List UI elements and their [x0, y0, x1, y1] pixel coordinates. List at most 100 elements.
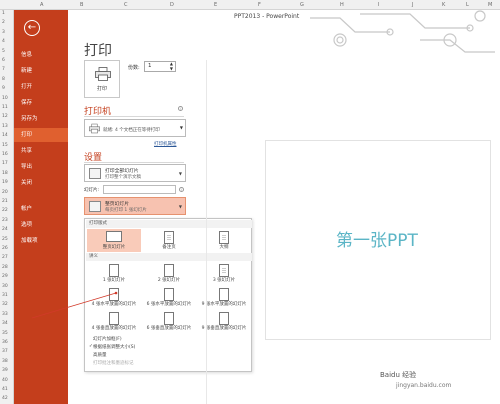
circuit-decoration — [310, 10, 495, 53]
handout-option-label: 1 张幻灯片 — [102, 278, 126, 283]
scale-to-fit-option[interactable]: 根据纸张调整大小(S) — [93, 344, 135, 350]
print-range-select[interactable]: 打印全部幻灯片 打印整个演示文稿 ▼ — [84, 164, 186, 182]
watermark-url: jingyan.baidu.com — [396, 382, 452, 389]
nav-item-open[interactable]: 打开 — [14, 80, 68, 94]
row-label: 25 — [2, 236, 8, 242]
print-layout-line1: 整页幻灯片 — [105, 202, 129, 207]
layout-option-notes[interactable]: 备注页 — [142, 229, 196, 252]
full-slide-icon — [106, 231, 122, 242]
nav-item-share[interactable]: 共享 — [14, 144, 68, 158]
row-label: 8 — [2, 76, 5, 82]
handout-option[interactable]: 1 张幻灯片 — [87, 262, 141, 285]
row-label: 21 — [2, 199, 8, 204]
printer-select[interactable]: 就绪: 4 个文档正在等待打印 ▼ — [84, 119, 186, 137]
handout-option[interactable]: 6 张垂直放置的幻灯片 — [142, 310, 196, 333]
column-label: C — [124, 2, 128, 8]
copies-value: 1 — [148, 63, 152, 69]
row-label: 23 — [2, 217, 8, 223]
layout-option-full-page[interactable]: 整页幻灯片 — [87, 229, 141, 252]
row-label: 39 — [2, 368, 8, 374]
print-layout-select[interactable]: 整页幻灯片 每页打印 1 张幻灯片 ▼ — [84, 197, 186, 215]
handout-option[interactable]: 2 张幻灯片 — [142, 262, 196, 285]
column-label: D — [170, 2, 174, 8]
row-label: 28 — [2, 264, 8, 270]
chevron-down-icon: ▼ — [178, 171, 182, 176]
high-quality-option[interactable]: 高质量 — [93, 352, 107, 358]
print-button-label: 打印 — [96, 86, 107, 92]
dropdown-section-header: 打印版式 — [86, 220, 252, 228]
row-label: 24 — [2, 227, 8, 233]
printer-properties-link[interactable]: 打印机属性 — [154, 141, 177, 147]
divider — [84, 162, 184, 163]
info-icon[interactable]: i — [178, 106, 183, 111]
watermark: Baidu 经验 — [380, 371, 417, 379]
row-label: 33 — [2, 311, 8, 317]
nav-item-info[interactable]: 信息 — [14, 48, 68, 62]
nav-item-new[interactable]: 新建 — [14, 64, 68, 78]
handout-3-icon — [219, 264, 229, 277]
column-header-bar: A B C D E F G H I J K L M — [0, 0, 500, 10]
printer-device-icon — [89, 123, 100, 134]
backstage-sidebar: ← 信息 新建 打开 保存 另存为 打印 共享 导出 关闭 帐户 选项 加载项 — [14, 10, 68, 404]
row-label: 16 — [2, 152, 8, 157]
print-layout-line2: 每页打印 1 张幻灯片 — [105, 208, 147, 213]
slides-stack-icon — [89, 168, 101, 179]
row-label: 17 — [2, 161, 8, 167]
printer-status: 就绪: 4 个文档正在等待打印 — [103, 128, 160, 133]
dropdown-section-header: 讲义 — [86, 253, 252, 261]
row-label: 9 — [2, 86, 5, 92]
print-button[interactable]: 打印 — [84, 60, 120, 98]
chevron-down-icon: ▼ — [178, 204, 182, 209]
row-label: 38 — [2, 358, 8, 364]
row-label: 4 — [2, 39, 5, 45]
row-label: 12 — [2, 114, 8, 120]
layout-option-label: 整页幻灯片 — [102, 245, 126, 250]
column-label: H — [340, 2, 344, 8]
slide-preview: 第一张PPT — [265, 140, 491, 340]
row-label: 29 — [2, 274, 8, 280]
row-label: 37 — [2, 349, 8, 355]
nav-item-options[interactable]: 选项 — [14, 218, 68, 232]
slides-label: 幻灯片: — [84, 188, 100, 193]
slides-input[interactable] — [103, 185, 176, 194]
nav-item-export[interactable]: 导出 — [14, 160, 68, 174]
nav-item-close[interactable]: 关闭 — [14, 176, 68, 190]
nav-item-account[interactable]: 帐户 — [14, 202, 68, 216]
row-label: 2 — [2, 20, 5, 26]
notes-page-icon — [164, 231, 174, 244]
nav-item-print[interactable]: 打印 — [14, 128, 68, 142]
spinner-arrows-icon[interactable]: ▲ ▼ — [170, 61, 173, 71]
row-label: 5 — [2, 48, 5, 54]
outline-icon — [219, 231, 229, 244]
app-title: PPT2013 - PowerPoint — [234, 13, 300, 20]
nav-item-addins[interactable]: 加载项 — [14, 234, 68, 248]
row-label: 1 — [2, 11, 5, 16]
nav-item-save[interactable]: 保存 — [14, 96, 68, 110]
info-icon[interactable]: i — [179, 187, 184, 192]
row-label: 22 — [2, 208, 8, 214]
row-label: 40 — [2, 377, 8, 383]
handout-6h-icon — [164, 288, 174, 301]
divider — [84, 116, 184, 117]
handout-option[interactable]: 6 张水平放置的幻灯片 — [142, 286, 196, 309]
column-label: M — [488, 2, 493, 8]
handout-option-label: 6 张垂直放置的幻灯片 — [146, 326, 192, 331]
frame-slides-option[interactable]: 幻灯片加框(F) — [93, 336, 122, 342]
back-arrow-icon[interactable]: ← — [24, 20, 40, 36]
nav-item-save-as[interactable]: 另存为 — [14, 112, 68, 126]
chevron-down-icon: ▼ — [179, 125, 183, 130]
print-range-line1: 打印全部幻灯片 — [105, 169, 139, 174]
print-comments-option[interactable]: 打印批注和墨迹标记 — [93, 360, 134, 366]
row-label: 36 — [2, 340, 8, 345]
annotation-arrow — [31, 291, 118, 319]
row-label: 6 — [2, 58, 5, 63]
layout-option-label: 备注页 — [162, 245, 176, 250]
handout-1-icon — [109, 264, 119, 277]
row-label: 31 — [2, 293, 8, 298]
copies-input[interactable]: 1 ▲ ▼ — [144, 61, 176, 72]
handout-9h-icon — [219, 288, 229, 301]
row-label: 30 — [2, 283, 8, 289]
row-label: 15 — [2, 142, 8, 148]
row-label: 42 — [2, 396, 8, 402]
row-label: 13 — [2, 123, 8, 129]
